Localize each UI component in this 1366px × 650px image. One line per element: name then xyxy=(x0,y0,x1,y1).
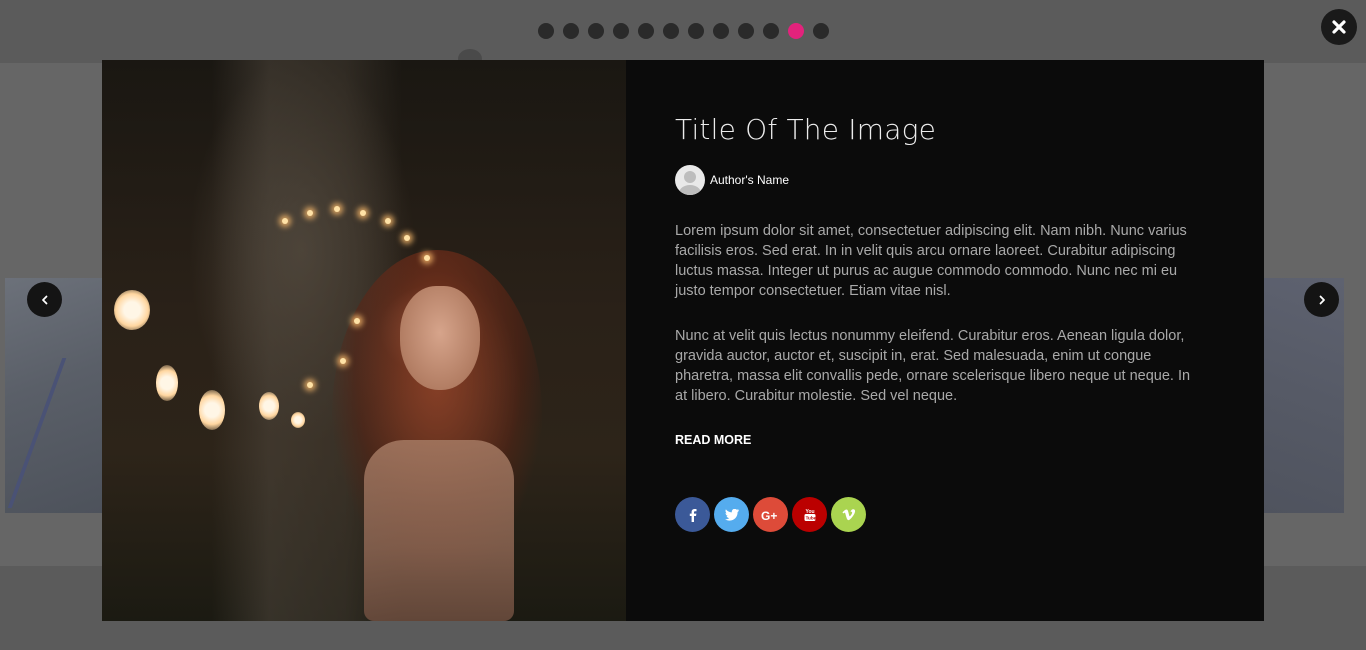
image-lightbox-modal: Title Of The Image Author's Name Lorem i… xyxy=(102,60,1264,621)
photo-fairy-light xyxy=(404,235,410,241)
photo-fairy-light xyxy=(307,382,313,388)
photo-fairy-light xyxy=(424,255,430,261)
author-name: Author's Name xyxy=(710,173,789,187)
photo-fairy-light xyxy=(282,218,288,224)
chevron-right-icon xyxy=(1319,295,1325,304)
google-plus-share-button[interactable]: G+ xyxy=(753,497,788,532)
pagination-dot[interactable] xyxy=(813,23,829,39)
photo-fairy-light xyxy=(307,210,313,216)
description-paragraph: Lorem ipsum dolor sit amet, consectetuer… xyxy=(675,223,1187,299)
pagination-dot[interactable] xyxy=(663,23,679,39)
photo-fairy-light xyxy=(385,218,391,224)
photo-fairy-light xyxy=(334,206,340,212)
facebook-share-button[interactable] xyxy=(675,497,710,532)
youtube-share-button[interactable]: You Tube xyxy=(792,497,827,532)
photo-bokeh-light xyxy=(199,390,225,430)
twitter-share-button[interactable] xyxy=(714,497,749,532)
pagination-dot[interactable] xyxy=(613,23,629,39)
next-slide-button[interactable] xyxy=(1304,282,1339,317)
pagination-dot[interactable] xyxy=(713,23,729,39)
pagination-dot[interactable] xyxy=(538,23,554,39)
pagination-dot[interactable] xyxy=(763,23,779,39)
lightbox-photo xyxy=(102,60,626,621)
youtube-icon: You Tube xyxy=(804,509,816,521)
pagination-dot-active[interactable] xyxy=(788,23,804,39)
photo-bokeh-light xyxy=(291,412,305,428)
photo-girl-dress xyxy=(364,440,514,621)
close-button[interactable] xyxy=(1321,9,1357,45)
author-byline: Author's Name xyxy=(675,165,1264,195)
facebook-icon xyxy=(689,508,696,522)
image-title: Title Of The Image xyxy=(675,113,937,146)
photo-fairy-light xyxy=(360,210,366,216)
svg-text:Tube: Tube xyxy=(805,515,816,520)
close-icon xyxy=(1332,20,1346,34)
photo-fairy-light xyxy=(354,318,360,324)
description-paragraph: Nunc at velit quis lectus nonummy eleife… xyxy=(675,328,1191,404)
chevron-left-icon xyxy=(41,295,47,304)
pagination-dot[interactable] xyxy=(563,23,579,39)
photo-fairy-light xyxy=(340,358,346,364)
slide-pagination xyxy=(538,23,829,39)
photo-girl-face xyxy=(400,286,480,390)
photo-bokeh-light xyxy=(114,290,150,330)
pagination-dot[interactable] xyxy=(688,23,704,39)
pagination-dot[interactable] xyxy=(638,23,654,39)
photo-bokeh-light xyxy=(156,365,178,401)
photo-bokeh-light xyxy=(259,392,279,420)
user-avatar-icon xyxy=(675,165,705,195)
social-share-buttons: G+ You Tube xyxy=(675,497,1264,532)
vimeo-icon xyxy=(842,508,855,520)
previous-slide-button[interactable] xyxy=(27,282,62,317)
pagination-dot[interactable] xyxy=(738,23,754,39)
google-plus-icon: G+ xyxy=(761,509,777,521)
svg-text:G+: G+ xyxy=(761,509,777,521)
pagination-dot[interactable] xyxy=(588,23,604,39)
vimeo-share-button[interactable] xyxy=(831,497,866,532)
lightbox-details: Title Of The Image Author's Name Lorem i… xyxy=(626,60,1264,621)
read-more-link[interactable]: READ MORE xyxy=(675,433,751,447)
twitter-icon xyxy=(724,508,739,521)
